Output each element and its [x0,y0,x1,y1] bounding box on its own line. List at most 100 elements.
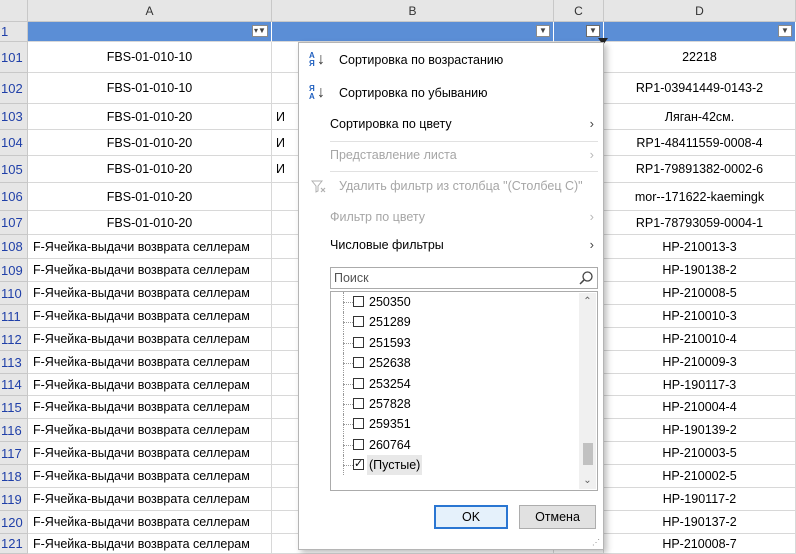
column-header-c[interactable]: C [554,0,604,22]
cell-d[interactable]: HP-210010-4 [604,328,796,351]
filter-values-list[interactable]: 250350 251289 251593 252638 253254 257828 2593… [330,291,598,491]
cell-a[interactable]: F-Ячейка-выдачи возврата селлерам [28,351,272,374]
cell-d[interactable]: HP-190137-2 [604,511,796,534]
cell-d[interactable]: RP1-78793059-0004-1 [604,211,796,235]
row-number[interactable]: 1 [0,22,28,42]
row-number[interactable]: 104 [0,130,28,156]
header-cell-a[interactable]: ▾▼ [28,22,272,42]
cell-a[interactable]: FBS-01-010-20 [28,183,272,211]
row-number[interactable]: 101 [0,42,28,73]
checkbox[interactable] [353,418,364,430]
cell-a[interactable]: F-Ячейка-выдачи возврата селлерам [28,488,272,511]
cell-d[interactable]: 22218 [604,42,796,73]
column-header-d[interactable]: D [604,0,796,22]
cell-a[interactable]: F-Ячейка-выдачи возврата селлерам [28,305,272,328]
row-number[interactable]: 114 [0,374,28,396]
cell-d[interactable]: HP-210009-3 [604,351,796,374]
cell-d[interactable]: HP-210003-5 [604,442,796,465]
cell-a[interactable]: F-Ячейка-выдачи возврата селлерам [28,534,272,554]
cell-d[interactable]: HP-210010-3 [604,305,796,328]
menu-sort-by-color[interactable]: Сортировка по цвету › [299,111,603,137]
filter-dropdown-button[interactable]: ▼ [536,25,550,37]
row-number[interactable]: 116 [0,419,28,442]
checkbox[interactable]: ✓ [353,459,364,471]
cell-d[interactable]: RP1-48411559-0008-4 [604,130,796,156]
row-number[interactable]: 110 [0,282,28,305]
cell-a[interactable]: F-Ячейка-выдачи возврата селлерам [28,419,272,442]
resize-grip-icon[interactable]: ⋰ [592,539,600,547]
filter-active-button[interactable]: ▾▼ [252,25,268,37]
checkbox[interactable] [353,316,364,328]
cell-a[interactable]: F-Ячейка-выдачи возврата селлерам [28,328,272,351]
cell-d[interactable]: HP-210002-5 [604,465,796,488]
menu-sort-descending[interactable]: Я А ↓ Сортировка по убыванию [299,80,603,106]
cell-a[interactable]: F-Ячейка-выдачи возврата селлерам [28,374,272,396]
row-number[interactable]: 109 [0,259,28,282]
row-number[interactable]: 115 [0,396,28,419]
filter-dropdown-button-c[interactable]: ▼ [586,25,600,37]
cell-a[interactable]: FBS-01-010-20 [28,104,272,130]
row-number[interactable]: 107 [0,211,28,235]
checkbox[interactable] [353,336,364,348]
cell-a[interactable]: F-Ячейка-выдачи возврата селлерам [28,396,272,419]
cell-a[interactable]: FBS-01-010-10 [28,73,272,104]
cell-d[interactable]: HP-190117-3 [604,374,796,396]
cell-a[interactable]: FBS-01-010-10 [28,42,272,73]
header-cell-d[interactable]: ▼ [604,22,796,42]
cell-d[interactable]: HP-190117-2 [604,488,796,511]
checkbox[interactable] [353,357,364,369]
cell-d[interactable]: HP-190139-2 [604,419,796,442]
checkbox[interactable] [353,296,364,307]
row-number[interactable]: 112 [0,328,28,351]
row-number[interactable]: 111 [0,305,28,328]
cell-a[interactable]: FBS-01-010-20 [28,130,272,156]
cell-d[interactable]: HP-210013-3 [604,235,796,259]
cell-d[interactable]: HP-210004-4 [604,396,796,419]
row-number[interactable]: 108 [0,235,28,259]
checkbox[interactable] [353,398,364,409]
menu-number-filters[interactable]: Числовые фильтры › [299,232,603,258]
cell-d[interactable]: HP-210008-7 [604,534,796,554]
header-cell-c[interactable]: ▼ [554,22,604,42]
scroll-thumb[interactable] [583,443,593,465]
cancel-button[interactable]: Отмена [519,505,596,529]
column-header-a[interactable]: A [28,0,272,22]
cell-a[interactable]: FBS-01-010-20 [28,156,272,183]
row-number[interactable]: 105 [0,156,28,183]
list-scrollbar[interactable]: ⌃ ⌄ [579,293,596,489]
cell-d[interactable]: Ляган-42см. [604,104,796,130]
cell-a[interactable]: F-Ячейка-выдачи возврата селлерам [28,259,272,282]
select-all-corner[interactable] [0,0,28,22]
search-icon[interactable] [578,270,594,286]
menu-sort-ascending[interactable]: А Я ↓ Сортировка по возрастанию [299,47,603,73]
cell-d[interactable]: RP1-79891382-0002-6 [604,156,796,183]
cell-d[interactable]: HP-190138-2 [604,259,796,282]
row-number[interactable]: 118 [0,465,28,488]
cell-d[interactable]: HP-210008-5 [604,282,796,305]
cell-d[interactable]: RP1-03941449-0143-2 [604,73,796,104]
header-cell-b[interactable]: ▼ [272,22,554,42]
filter-dropdown-button-d[interactable]: ▼ [778,25,792,37]
cell-a[interactable]: F-Ячейка-выдачи возврата селлерам [28,511,272,534]
column-header-b[interactable]: B [272,0,554,22]
row-number[interactable]: 103 [0,104,28,130]
cell-a[interactable]: F-Ячейка-выдачи возврата селлерам [28,465,272,488]
row-number[interactable]: 113 [0,351,28,374]
checkbox[interactable] [353,438,364,450]
checkbox[interactable] [353,377,364,389]
cell-a[interactable]: FBS-01-010-20 [28,211,272,235]
cell-a[interactable]: F-Ячейка-выдачи возврата селлерам [28,442,272,465]
cell-a[interactable]: F-Ячейка-выдачи возврата селлерам [28,235,272,259]
filter-search-box[interactable]: Поиск [330,267,598,289]
row-number[interactable]: 121 [0,534,28,554]
ok-button[interactable]: OK [434,505,508,529]
row-number[interactable]: 120 [0,511,28,534]
row-number[interactable]: 117 [0,442,28,465]
cell-d[interactable]: mor--171622-kaemingk [604,183,796,211]
row-number[interactable]: 119 [0,488,28,511]
scroll-up-icon[interactable]: ⌃ [579,293,596,310]
row-number[interactable]: 106 [0,183,28,211]
scroll-down-icon[interactable]: ⌄ [579,472,596,489]
cell-a[interactable]: F-Ячейка-выдачи возврата селлерам [28,282,272,305]
row-number[interactable]: 102 [0,73,28,104]
